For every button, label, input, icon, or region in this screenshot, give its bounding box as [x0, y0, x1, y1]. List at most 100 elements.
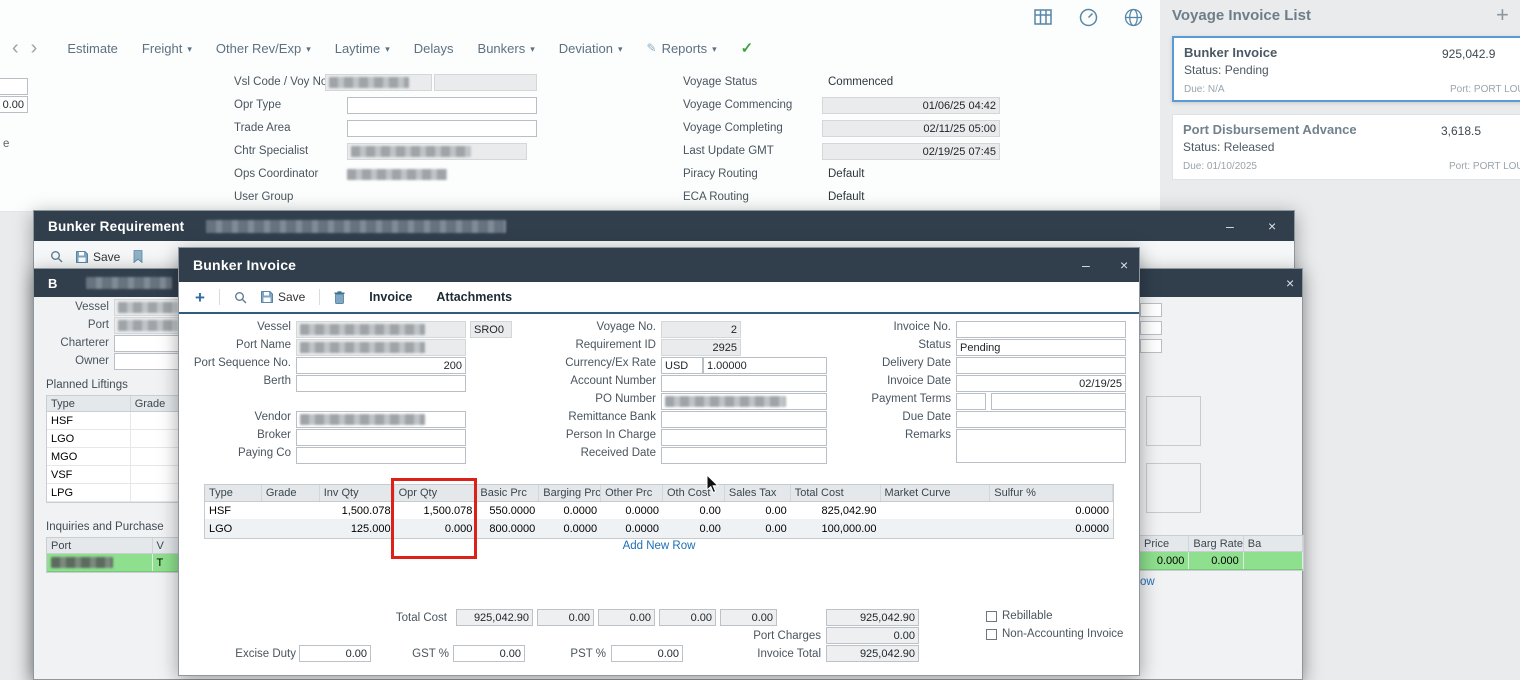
add-icon[interactable]: + — [195, 289, 205, 306]
field-payment-terms-1[interactable] — [956, 393, 986, 410]
field-invoice-no[interactable] — [956, 321, 1126, 338]
table-row[interactable]: LGO — [47, 430, 179, 448]
voyage-field-chtr-specialist[interactable] — [347, 143, 527, 160]
voyage-field-opr-type[interactable] — [347, 97, 537, 114]
field-received-date[interactable] — [661, 447, 827, 464]
invoice-tab[interactable]: Invoice — [369, 290, 412, 304]
ribbon-item-deviation[interactable]: Deviation▾ — [559, 41, 623, 56]
field-port[interactable] — [114, 317, 186, 334]
port-charges-field[interactable]: 0.00 — [826, 627, 919, 644]
voyage-field-vsl-code-voy-no[interactable] — [325, 74, 432, 91]
rebillable-checkbox[interactable] — [986, 611, 997, 622]
table-row[interactable]: VSF — [47, 466, 179, 484]
field-requirement-id[interactable]: 2925 — [661, 339, 741, 356]
total-cost-field-2[interactable]: 0.00 — [598, 609, 655, 626]
field-currency-ex-rate-currency[interactable]: USD — [661, 357, 703, 374]
search-icon[interactable] — [50, 250, 63, 263]
bunker-item-row[interactable]: LGO125.0000.000800.00000.00000.00000.000… — [205, 520, 1113, 538]
voyage-field-trade-area[interactable] — [347, 120, 537, 137]
save-button[interactable]: Save — [76, 250, 120, 264]
field-currency-ex-rate-rate[interactable]: 1.00000 — [703, 357, 827, 374]
total-cost-field-1[interactable]: 0.00 — [537, 609, 594, 626]
field-paying-co[interactable] — [296, 447, 466, 464]
globe-icon[interactable] — [1122, 6, 1144, 28]
field-delivery-date[interactable] — [956, 357, 1126, 374]
field-remarks[interactable] — [956, 429, 1126, 463]
total-cost-field-0[interactable]: 925,042.90 — [456, 609, 533, 626]
ribbon-item-freight[interactable]: Freight▾ — [142, 41, 192, 56]
left-edge-field[interactable] — [0, 78, 28, 95]
left-edge-amount-field[interactable]: 0.00 — [0, 96, 28, 113]
inquiries-selected-row[interactable]: T — [47, 554, 179, 572]
field-fragment[interactable] — [1140, 339, 1162, 353]
voyage-field-vsl-code-voy-no-2[interactable] — [434, 74, 537, 91]
window-titlebar[interactable]: Bunker Requirement – × — [34, 211, 1294, 241]
save-button[interactable]: Save — [261, 290, 305, 304]
table-row[interactable]: LPG — [47, 484, 179, 502]
grid-icon[interactable] — [1032, 6, 1054, 28]
search-icon[interactable] — [234, 291, 247, 304]
validated-check-icon[interactable]: ✓ — [741, 39, 754, 57]
add-invoice-button[interactable]: + — [1496, 2, 1509, 28]
attachments-tab[interactable]: Attachments — [436, 290, 512, 304]
field-payment-terms-2[interactable] — [991, 393, 1126, 410]
price-row[interactable]: 0.0000.000 — [1140, 552, 1303, 570]
minimize-button[interactable]: – — [1226, 211, 1234, 241]
bookmark-icon[interactable] — [133, 250, 143, 263]
invoice-total-field[interactable]: 925,042.90 — [826, 645, 919, 662]
field-charterer[interactable] — [114, 335, 186, 352]
voyage-field-last-update-gmt[interactable]: 02/19/25 07:45 — [822, 143, 1000, 160]
field-fragment[interactable] — [1140, 303, 1162, 317]
non-accounting-option[interactable]: Non-Accounting Invoice — [986, 628, 1123, 640]
rebillable-option[interactable]: Rebillable — [986, 610, 1053, 622]
total-cost-field-4[interactable]: 0.00 — [720, 609, 777, 626]
invoice-card-port-disbursement-advance[interactable]: Port Disbursement AdvanceStatus: Release… — [1172, 114, 1520, 180]
field-port-sequence-no[interactable]: 200 — [296, 357, 466, 374]
field-vessel-code[interactable]: SRO0 — [470, 321, 512, 338]
forward-chevron-icon[interactable]: › — [31, 38, 38, 58]
voyage-field-voyage-completing[interactable]: 02/11/25 05:00 — [822, 120, 1000, 137]
field-vessel[interactable] — [296, 321, 466, 338]
add-new-row-link[interactable]: Add New Row — [204, 540, 1114, 552]
close-button[interactable]: × — [1268, 211, 1276, 241]
field-voyage-no[interactable]: 2 — [661, 321, 741, 338]
field-status[interactable]: Pending — [956, 339, 1126, 356]
invoice-card-bunker-invoice[interactable]: Bunker InvoiceStatus: PendingDue: N/A925… — [1172, 36, 1520, 102]
field-vendor[interactable] — [296, 411, 466, 428]
table-row[interactable]: HSF — [47, 412, 179, 430]
bunker-item-row[interactable]: HSF1,500.0781,500.078550.00000.00000.000… — [205, 502, 1113, 520]
excise-duty-field[interactable]: 0.00 — [299, 645, 371, 662]
non-accounting-checkbox[interactable] — [986, 629, 997, 640]
field-port-name[interactable] — [296, 339, 466, 356]
gst-field[interactable]: 0.00 — [453, 645, 525, 662]
field-account-number[interactable] — [661, 375, 827, 392]
window-titlebar[interactable]: Bunker Invoice – × — [179, 248, 1139, 282]
trash-icon[interactable] — [334, 291, 345, 304]
field-owner[interactable] — [114, 353, 186, 370]
field-remittance-bank[interactable] — [661, 411, 827, 428]
field-person-in-charge[interactable] — [661, 429, 827, 446]
ribbon-item-bunkers[interactable]: Bunkers▾ — [478, 41, 535, 56]
total-cost-field-3[interactable]: 0.00 — [659, 609, 716, 626]
field-berth[interactable] — [296, 375, 466, 392]
minimize-button[interactable]: – — [1082, 248, 1090, 282]
field-broker[interactable] — [296, 429, 466, 446]
field-invoice-date[interactable]: 02/19/25 — [956, 375, 1126, 392]
ribbon-item-laytime[interactable]: Laytime▾ — [335, 41, 390, 56]
ribbon-item-delays[interactable]: Delays — [414, 41, 454, 56]
gauge-icon[interactable] — [1077, 6, 1099, 28]
ribbon-item-other-rev-exp[interactable]: Other Rev/Exp▾ — [216, 41, 311, 56]
voyage-field-voyage-commencing[interactable]: 01/06/25 04:42 — [822, 97, 1000, 114]
total-cost-final-field[interactable]: 925,042.90 — [826, 609, 919, 626]
field-due-date[interactable] — [956, 411, 1126, 428]
add-new-row-link-fragment[interactable]: ow — [1140, 576, 1155, 588]
back-chevron-icon[interactable]: ‹ — [12, 38, 19, 58]
field-vessel[interactable] — [114, 299, 186, 316]
pst-field[interactable]: 0.00 — [611, 645, 683, 662]
ribbon-item-estimate[interactable]: Estimate — [67, 41, 118, 56]
field-po-number[interactable] — [661, 393, 827, 410]
close-button[interactable]: × — [1286, 269, 1294, 297]
field-fragment[interactable] — [1140, 321, 1162, 335]
close-button[interactable]: × — [1120, 248, 1128, 282]
ribbon-item-reports[interactable]: ✎Reports▾ — [647, 41, 717, 56]
